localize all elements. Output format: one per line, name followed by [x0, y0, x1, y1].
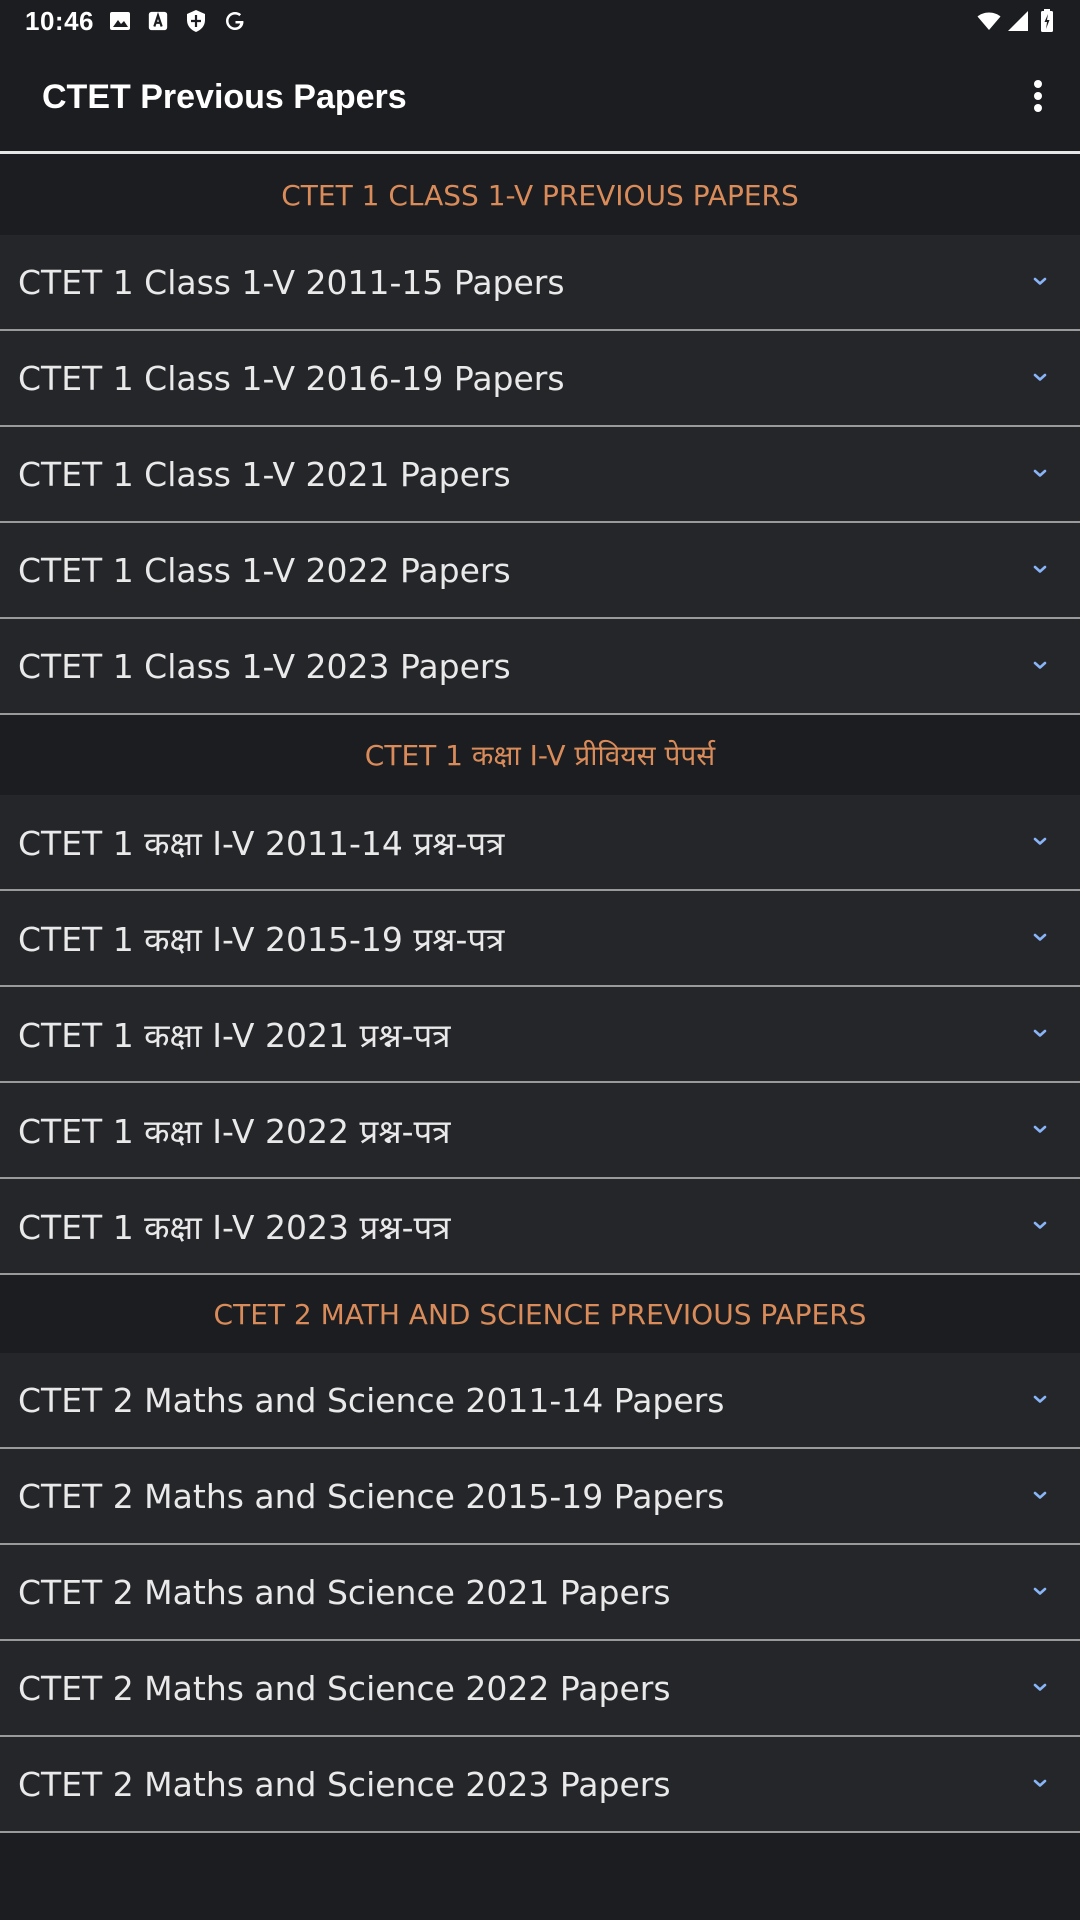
- list-item-label: CTET 2 Maths and Science 2011-14 Papers: [18, 1380, 725, 1420]
- chevron-down-icon[interactable]: [1028, 269, 1052, 293]
- shield-icon: [187, 10, 205, 32]
- list-item-label: CTET 1 कक्षा I-V 2011-14 प्रश्न-पत्र: [18, 823, 505, 863]
- chevron-down-icon[interactable]: [1028, 1579, 1052, 1603]
- page-title: CTET Previous Papers: [42, 78, 407, 116]
- list-item-label: CTET 1 कक्षा I-V 2023 प्रश्न-पत्र: [18, 1207, 451, 1247]
- list-item[interactable]: CTET 2 Maths and Science 2021 Papers: [0, 1545, 1080, 1641]
- list-item[interactable]: CTET 1 कक्षा I-V 2022 प्रश्न-पत्र: [0, 1083, 1080, 1179]
- chevron-down-icon[interactable]: [1028, 365, 1052, 389]
- google-icon: [226, 12, 244, 30]
- chevron-down-icon[interactable]: [1028, 925, 1052, 949]
- papers-list: CTET 1 CLASS 1-V PREVIOUS PAPERS CTET 1 …: [0, 155, 1080, 1833]
- section-header: CTET 1 CLASS 1-V PREVIOUS PAPERS: [0, 155, 1080, 235]
- list-item-label: CTET 2 Maths and Science 2015-19 Papers: [18, 1476, 725, 1516]
- list-item[interactable]: CTET 1 Class 1-V 2023 Papers: [0, 619, 1080, 715]
- signal-icon: [1008, 11, 1028, 31]
- list-item[interactable]: CTET 1 कक्षा I-V 2011-14 प्रश्न-पत्र: [0, 795, 1080, 891]
- list-item[interactable]: CTET 1 Class 1-V 2016-19 Papers: [0, 331, 1080, 427]
- chevron-down-icon[interactable]: [1028, 1213, 1052, 1237]
- chevron-down-icon[interactable]: [1028, 1117, 1052, 1141]
- list-item[interactable]: CTET 2 Maths and Science 2015-19 Papers: [0, 1449, 1080, 1545]
- chevron-down-icon[interactable]: [1028, 1771, 1052, 1795]
- list-item-label: CTET 1 Class 1-V 2021 Papers: [18, 454, 511, 494]
- status-bar: 10:46: [0, 0, 1080, 42]
- app-bar: CTET Previous Papers: [0, 42, 1080, 154]
- list-item[interactable]: CTET 1 कक्षा I-V 2015-19 प्रश्न-पत्र: [0, 891, 1080, 987]
- section-header: CTET 2 MATH AND SCIENCE PREVIOUS PAPERS: [0, 1275, 1080, 1353]
- list-item-label: CTET 2 Maths and Science 2022 Papers: [18, 1668, 671, 1708]
- list-item[interactable]: CTET 1 Class 1-V 2011-15 Papers: [0, 235, 1080, 331]
- list-item-label: CTET 2 Maths and Science 2023 Papers: [18, 1764, 671, 1804]
- chevron-down-icon[interactable]: [1028, 557, 1052, 581]
- list-item-label: CTET 1 कक्षा I-V 2021 प्रश्न-पत्र: [18, 1015, 451, 1055]
- list-item-label: CTET 1 Class 1-V 2022 Papers: [18, 550, 511, 590]
- list-item-label: CTET 1 कक्षा I-V 2022 प्रश्न-पत्र: [18, 1111, 451, 1151]
- list-item-label: CTET 1 कक्षा I-V 2015-19 प्रश्न-पत्र: [18, 919, 505, 959]
- section-header: CTET 1 कक्षा I-V प्रीवियस पेपर्स: [0, 715, 1080, 795]
- chevron-down-icon[interactable]: [1028, 1483, 1052, 1507]
- list-item-label: CTET 1 Class 1-V 2016-19 Papers: [18, 358, 565, 398]
- chevron-down-icon[interactable]: [1028, 1675, 1052, 1699]
- list-item[interactable]: CTET 1 Class 1-V 2022 Papers: [0, 523, 1080, 619]
- chevron-down-icon[interactable]: [1028, 829, 1052, 853]
- chevron-down-icon[interactable]: [1028, 1021, 1052, 1045]
- list-item[interactable]: CTET 2 Maths and Science 2023 Papers: [0, 1737, 1080, 1833]
- chevron-down-icon[interactable]: [1028, 461, 1052, 485]
- translate-icon: [148, 11, 168, 31]
- more-options-button[interactable]: [1006, 64, 1070, 128]
- image-icon: [110, 12, 130, 30]
- list-item-label: CTET 1 Class 1-V 2023 Papers: [18, 646, 511, 686]
- list-item[interactable]: CTET 1 कक्षा I-V 2021 प्रश्न-पत्र: [0, 987, 1080, 1083]
- list-item[interactable]: CTET 1 कक्षा I-V 2023 प्रश्न-पत्र: [0, 1179, 1080, 1275]
- list-item[interactable]: CTET 2 Maths and Science 2011-14 Papers: [0, 1353, 1080, 1449]
- battery-icon: [1041, 9, 1053, 32]
- status-time: 10:46: [25, 6, 94, 36]
- wifi-icon: [977, 12, 1001, 30]
- list-item-label: CTET 2 Maths and Science 2021 Papers: [18, 1572, 671, 1612]
- list-item-label: CTET 1 Class 1-V 2011-15 Papers: [18, 262, 565, 302]
- chevron-down-icon[interactable]: [1028, 1387, 1052, 1411]
- chevron-down-icon[interactable]: [1028, 653, 1052, 677]
- list-item[interactable]: CTET 2 Maths and Science 2022 Papers: [0, 1641, 1080, 1737]
- screen: 10:46 CTET Previous Papers CTET 1 CLASS …: [0, 0, 1080, 1920]
- list-item[interactable]: CTET 1 Class 1-V 2021 Papers: [0, 427, 1080, 523]
- more-vert-icon: [1034, 80, 1042, 112]
